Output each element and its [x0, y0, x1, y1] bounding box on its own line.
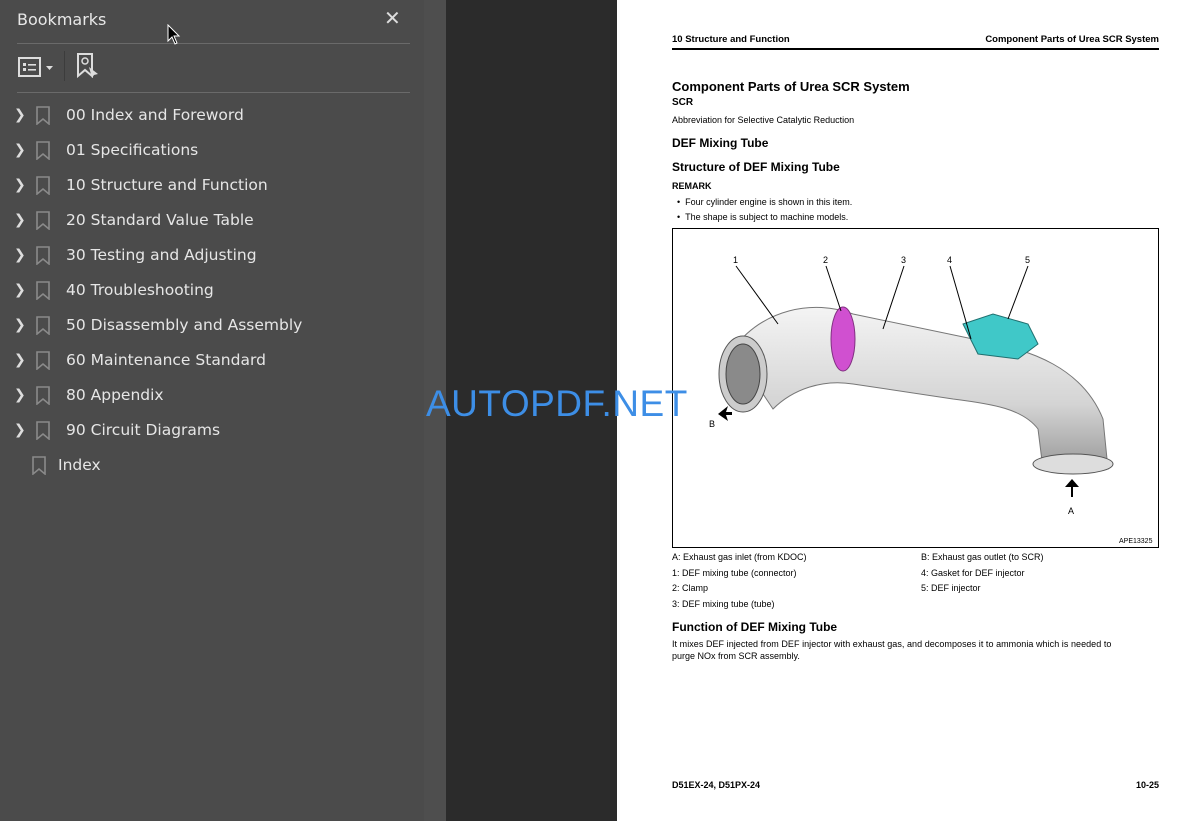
chevron-right-icon[interactable]: ❯: [14, 247, 28, 263]
bookmark-label: 60 Maintenance Standard: [66, 351, 266, 369]
bullet-text: Four cylinder engine is shown in this it…: [685, 197, 853, 207]
function-heading: Function of DEF Mixing Tube: [672, 620, 838, 634]
bookmark-label: Index: [58, 456, 101, 474]
bookmark-label: 80 Appendix: [66, 386, 164, 404]
bookmark-icon: [36, 105, 50, 125]
bookmark-item[interactable]: ❯ 80 Appendix: [0, 380, 410, 410]
arrow-b-icon: [718, 406, 732, 421]
bookmarks-panel: Bookmarks ✕ ❯ 00 Index and Foreword ❯ 01 Sp…: [0, 0, 424, 821]
callout-5: 5: [1025, 255, 1030, 265]
bookmark-icon: [36, 350, 50, 370]
bookmark-item[interactable]: ❯ 90 Circuit Diagrams: [0, 415, 410, 445]
page-title: Component Parts of Urea SCR System: [672, 79, 910, 94]
bookmark-label: 00 Index and Foreword: [66, 106, 244, 124]
bookmark-icon: [36, 280, 50, 300]
bullet-text: The shape is subject to machine models.: [685, 212, 849, 222]
divider: [17, 92, 410, 93]
bookmark-icon: [36, 210, 50, 230]
chevron-right-icon[interactable]: ❯: [14, 212, 28, 228]
bookmark-item[interactable]: ❯ 40 Troubleshooting: [0, 275, 410, 305]
function-text: purge NOx from SCR assembly.: [672, 651, 800, 661]
header-left: 10 Structure and Function: [672, 34, 790, 45]
bookmark-item[interactable]: ❯ 01 Specifications: [0, 135, 410, 165]
find-bookmark-icon[interactable]: [76, 53, 100, 79]
scr-term: SCR: [672, 97, 694, 108]
figure-id: APE13325: [1119, 538, 1153, 545]
subsection-heading: Structure of DEF Mixing Tube: [672, 160, 840, 174]
bookmark-label: 40 Troubleshooting: [66, 281, 214, 299]
bookmark-label: 30 Testing and Adjusting: [66, 246, 257, 264]
legend-item: B: Exhaust gas outlet (to SCR): [921, 552, 1044, 562]
bookmark-item[interactable]: ❯ 60 Maintenance Standard: [0, 345, 410, 375]
callout-3: 3: [901, 255, 906, 265]
bookmark-item[interactable]: ❯ 20 Standard Value Table: [0, 205, 410, 235]
figure: 1 2 3 4 5 A B APE13325: [672, 228, 1159, 548]
chevron-right-icon[interactable]: ❯: [14, 177, 28, 193]
section-heading: DEF Mixing Tube: [672, 136, 769, 150]
bookmark-icon: [36, 315, 50, 335]
legend-item: 5: DEF injector: [921, 583, 981, 593]
chevron-right-icon[interactable]: ❯: [14, 317, 28, 333]
bookmark-label: 20 Standard Value Table: [66, 211, 254, 229]
bookmark-icon: [32, 455, 46, 475]
callout-a: A: [1068, 506, 1074, 516]
def-mixing-tube-illustration: 1 2 3 4 5 A B APE13325: [709, 255, 1153, 545]
bookmark-icon: [36, 245, 50, 265]
pdf-page: 10 Structure and Function Component Part…: [617, 0, 1200, 821]
bullet: • The shape is subject to machine models…: [677, 212, 849, 222]
function-text: It mixes DEF injected from DEF injector …: [672, 639, 1112, 649]
arrow-a-icon: [1065, 479, 1079, 497]
legend-item: 3: DEF mixing tube (tube): [672, 599, 775, 609]
bookmark-item[interactable]: ❯ 10 Structure and Function: [0, 170, 410, 200]
bookmark-options-icon[interactable]: [18, 56, 56, 78]
bookmark-icon: [36, 385, 50, 405]
bookmark-item[interactable]: ❯ 50 Disassembly and Assembly: [0, 310, 410, 340]
bookmark-label: 10 Structure and Function: [66, 176, 268, 194]
divider: [17, 43, 410, 44]
watermark: AUTOPDF.NET: [426, 383, 688, 424]
chevron-right-icon[interactable]: ❯: [14, 107, 28, 123]
legend-item: A: Exhaust gas inlet (from KDOC): [672, 552, 807, 562]
toolbar-separator: [64, 51, 65, 81]
scr-definition: Abbreviation for Selective Catalytic Red…: [672, 115, 855, 125]
bookmark-label: 50 Disassembly and Assembly: [66, 316, 303, 334]
page-number: 10-25: [1135, 780, 1159, 790]
bookmark-icon: [36, 140, 50, 160]
close-icon[interactable]: ✕: [384, 6, 401, 30]
callout-2: 2: [823, 255, 828, 265]
bookmark-icon: [36, 420, 50, 440]
chevron-right-icon[interactable]: ❯: [14, 352, 28, 368]
bullet: • Four cylinder engine is shown in this …: [677, 197, 853, 207]
bookmark-item[interactable]: Index: [0, 450, 410, 480]
panel-title: Bookmarks: [17, 10, 107, 29]
callout-4: 4: [947, 255, 952, 265]
callout-1: 1: [733, 255, 738, 265]
bookmark-label: 01 Specifications: [66, 141, 199, 159]
chevron-right-icon[interactable]: ❯: [14, 282, 28, 298]
mouse-cursor-icon: [167, 24, 181, 45]
legend-item: 2: Clamp: [672, 583, 709, 593]
bookmark-icon: [36, 175, 50, 195]
legend-item: 4: Gasket for DEF injector: [921, 568, 1025, 578]
bookmark-item[interactable]: ❯ 00 Index and Foreword: [0, 100, 410, 130]
footer-model: D51EX-24, D51PX-24: [672, 780, 761, 790]
bookmark-item[interactable]: ❯ 30 Testing and Adjusting: [0, 240, 410, 270]
chevron-right-icon[interactable]: ❯: [14, 422, 28, 438]
remark-label: REMARK: [672, 181, 712, 191]
bookmark-label: 90 Circuit Diagrams: [66, 421, 221, 439]
chevron-right-icon[interactable]: ❯: [14, 142, 28, 158]
header-right: Component Parts of Urea SCR System: [985, 34, 1159, 45]
header-rule: [672, 48, 1159, 50]
callout-b: B: [709, 419, 715, 429]
chevron-right-icon[interactable]: ❯: [14, 387, 28, 403]
legend-item: 1: DEF mixing tube (connector): [672, 568, 797, 578]
